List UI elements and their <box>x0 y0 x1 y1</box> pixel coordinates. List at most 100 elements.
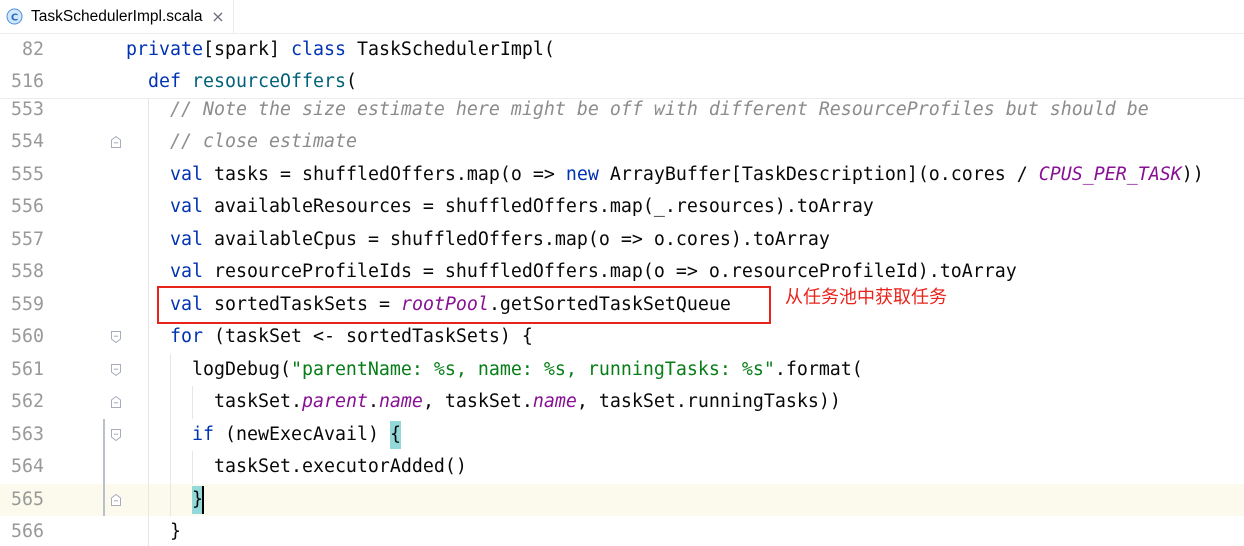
indent-guide <box>170 353 171 517</box>
plain-code-token: tasks = shuffledOffers.map(o => <box>203 163 566 185</box>
indent-guide <box>192 451 193 484</box>
constant-token: CPUS_PER_TASK <box>1038 163 1182 185</box>
field-token: name <box>532 391 577 413</box>
plain-code-token <box>126 489 192 510</box>
line-number[interactable]: 516 <box>0 66 44 98</box>
line-number[interactable]: 554 <box>0 126 44 159</box>
vcs-modified-marker[interactable] <box>103 451 105 484</box>
comment-token: // close estimate <box>170 131 357 153</box>
keyword-token: val <box>170 163 203 185</box>
keyword-token: new <box>565 163 599 185</box>
scala-class-icon-letter: C <box>11 12 18 23</box>
plain-code-token: . <box>367 391 379 413</box>
indent-guide <box>192 386 193 419</box>
keyword-token: if <box>191 423 214 445</box>
string-literal-token: "parentName: %s, name: %s, runningTasks:… <box>290 358 775 380</box>
annotation-text: 从任务池中获取任务 <box>785 287 947 307</box>
keyword-token: private <box>126 39 203 60</box>
line-number[interactable]: 556 <box>0 191 44 224</box>
code-text[interactable]: for (taskSet <- sortedTaskSets) { <box>126 321 533 354</box>
code-text[interactable]: private[spark] class TaskSchedulerImpl( <box>126 34 555 66</box>
code-line[interactable]: 555 val tasks = shuffledOffers.map(o => … <box>0 159 1244 192</box>
vcs-modified-marker[interactable] <box>103 418 105 452</box>
line-number[interactable]: 559 <box>0 289 44 322</box>
keyword-token: val <box>170 261 203 283</box>
code-line[interactable]: 564 taskSet.executorAdded() <box>0 451 1244 484</box>
scala-class-icon: C <box>6 8 23 25</box>
code-line[interactable]: 82 private[spark] class TaskSchedulerImpl… <box>0 34 1244 66</box>
matched-brace-token: { <box>389 421 401 449</box>
code-text[interactable]: val tasks = shuffledOffers.map(o => new … <box>126 159 1204 192</box>
line-number[interactable]: 558 <box>0 256 44 289</box>
code-line[interactable]: 556 val availableResources = shuffledOff… <box>0 191 1244 224</box>
fold-end-icon[interactable] <box>110 395 122 409</box>
plain-code-token: (taskSet <- sortedTaskSets) { <box>203 326 533 348</box>
code-line[interactable]: 557 val availableCpus = shuffledOffers.m… <box>0 224 1244 257</box>
indent-guide <box>148 99 149 546</box>
plain-code-token: ArrayBuffer[TaskDescription](o.cores / <box>598 163 1039 185</box>
fold-end-icon[interactable] <box>110 135 122 149</box>
plain-code-token: availableCpus = shuffledOffers.map(o => … <box>203 228 830 250</box>
vcs-modified-marker[interactable] <box>103 483 105 517</box>
keyword-token: class <box>290 39 346 60</box>
code-line[interactable]: 562 taskSet.parent.name, taskSet.name, t… <box>0 386 1244 419</box>
plain-code-token <box>126 71 148 92</box>
line-number[interactable]: 563 <box>0 419 44 452</box>
line-number[interactable]: 562 <box>0 386 44 419</box>
code-line[interactable]: 560 for (taskSet <- sortedTaskSets) { <box>0 321 1244 354</box>
code-text[interactable]: } <box>126 484 204 517</box>
current-code-line[interactable]: 565 } <box>0 483 1244 517</box>
plain-code-token: [spark] <box>202 39 291 60</box>
code-text[interactable]: if (newExecAvail) { <box>126 419 401 452</box>
code-line[interactable]: 554 // close estimate <box>0 126 1244 159</box>
sticky-scroll-header: 82 private[spark] class TaskSchedulerImpl… <box>0 34 1244 99</box>
code-text[interactable]: val resourceProfileIds = shuffledOffers.… <box>126 256 1017 289</box>
code-text[interactable]: } <box>126 516 181 545</box>
code-text[interactable]: val availableCpus = shuffledOffers.map(o… <box>126 224 830 257</box>
code-text[interactable]: taskSet.executorAdded() <box>126 451 467 484</box>
fold-end-icon[interactable] <box>110 493 122 507</box>
plain-code-token: TaskSchedulerImpl( <box>345 39 555 60</box>
editor-tab[interactable]: C TaskSchedulerImpl.scala × <box>0 0 234 33</box>
plain-code-token: taskSet. <box>126 391 302 413</box>
plain-code-token: resourceProfileIds = shuffledOffers.map(… <box>203 261 1017 283</box>
plain-code-token: ( <box>345 71 357 92</box>
line-number[interactable]: 557 <box>0 224 44 257</box>
code-text[interactable]: // close estimate <box>126 126 357 159</box>
fold-start-icon[interactable] <box>110 330 122 344</box>
plain-code-token <box>181 71 192 92</box>
line-number[interactable]: 565 <box>0 484 44 517</box>
keyword-token: val <box>170 228 203 250</box>
plain-code-token: } <box>126 521 181 543</box>
keyword-token: def <box>148 71 181 92</box>
plain-code-token: )) <box>1181 163 1204 185</box>
annotation-highlight-box <box>157 286 771 324</box>
editor-tab-bar: C TaskSchedulerImpl.scala × <box>0 0 1244 34</box>
code-line[interactable]: 558 val resourceProfileIds = shuffledOff… <box>0 256 1244 289</box>
code-text[interactable]: def resourceOffers( <box>126 66 357 98</box>
fold-start-icon[interactable] <box>110 428 122 442</box>
keyword-token: val <box>170 196 203 218</box>
plain-code-token: (newExecAvail) <box>213 423 390 445</box>
fold-start-icon[interactable] <box>110 363 122 377</box>
plain-code-token: availableResources = shuffledOffers.map(… <box>203 196 874 218</box>
line-number[interactable]: 566 <box>0 516 44 545</box>
line-number[interactable]: 561 <box>0 354 44 387</box>
line-number[interactable]: 564 <box>0 451 44 484</box>
line-number[interactable]: 555 <box>0 159 44 192</box>
line-number[interactable]: 560 <box>0 321 44 354</box>
code-text[interactable]: logDebug("parentName: %s, name: %s, runn… <box>126 354 863 387</box>
code-text[interactable]: taskSet.parent.name, taskSet.name, taskS… <box>126 386 841 419</box>
close-icon[interactable]: × <box>210 0 226 33</box>
text-caret <box>201 486 204 514</box>
code-line[interactable]: 561 logDebug("parentName: %s, name: %s, … <box>0 354 1244 387</box>
plain-code-token: taskSet.executorAdded() <box>126 456 467 478</box>
code-line[interactable]: 563 if (newExecAvail) { <box>0 418 1244 452</box>
line-number[interactable]: 82 <box>0 34 44 66</box>
code-text[interactable]: val availableResources = shuffledOffers.… <box>126 191 874 224</box>
method-name-token: resourceOffers <box>192 71 346 92</box>
code-line[interactable]: 566 } <box>0 516 1244 545</box>
field-token: parent <box>301 391 368 413</box>
code-line[interactable]: 516 def resourceOffers( <box>0 66 1244 98</box>
tab-title: TaskSchedulerImpl.scala <box>31 8 203 25</box>
